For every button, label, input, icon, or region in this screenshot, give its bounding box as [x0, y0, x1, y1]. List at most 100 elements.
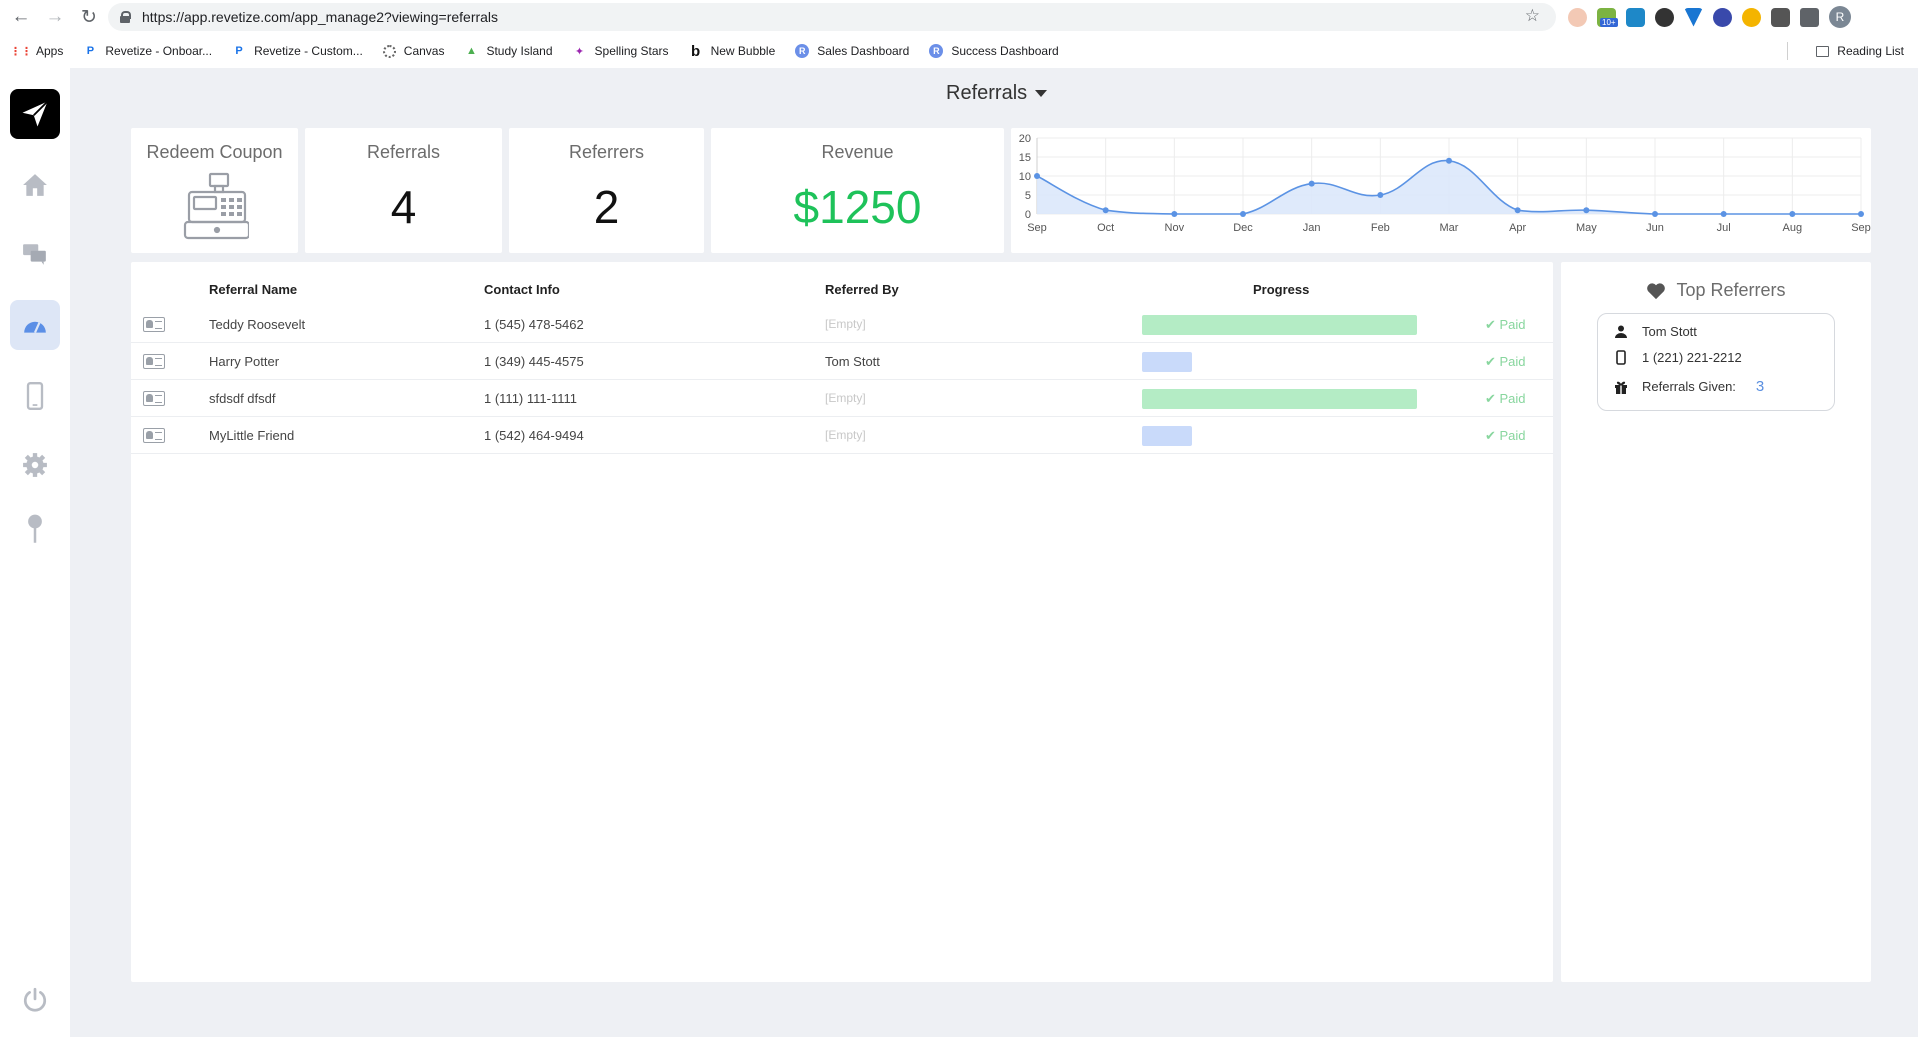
- x-tick-label: Nov: [1165, 222, 1185, 234]
- top-referrers-panel: Top Referrers Tom Stott 1 (221) 221-2212…: [1561, 262, 1871, 982]
- contact-card-icon[interactable]: [143, 428, 165, 443]
- table-row[interactable]: Harry Potter 1 (349) 445-4575 Tom Stott ✔ P…: [131, 343, 1553, 380]
- bookmark-study-island[interactable]: ▲ Study Island: [464, 44, 553, 58]
- apps-grid-icon: ⋮⋮: [10, 45, 32, 58]
- extension-face-icon[interactable]: [1568, 7, 1587, 27]
- data-point: [1240, 211, 1246, 217]
- bookmark-apps[interactable]: ⋮⋮ Apps: [10, 44, 63, 58]
- paid-status-label: Paid: [1499, 428, 1526, 443]
- home-icon[interactable]: [10, 160, 60, 210]
- stars-icon: ✦: [574, 45, 585, 58]
- x-tick-label: Aug: [1783, 222, 1803, 234]
- referral-name: Teddy Roosevelt: [209, 317, 306, 332]
- gear-icon[interactable]: [10, 440, 60, 490]
- extension-v-icon[interactable]: [1684, 7, 1703, 27]
- referrer-phone: 1 (221) 221-2212: [1642, 350, 1742, 365]
- revenue-label: Revenue: [821, 142, 894, 162]
- power-icon[interactable]: [10, 975, 60, 1025]
- paid-status: ✔ Paid: [1485, 428, 1526, 444]
- bookmark-canvas[interactable]: Canvas: [382, 44, 444, 58]
- extensions-puzzle-icon[interactable]: [1800, 7, 1819, 27]
- heart-icon: [1647, 282, 1666, 299]
- bookmark-spelling-stars[interactable]: ✦ Spelling Stars: [573, 44, 669, 58]
- table-row[interactable]: sfdsdf dfsdf 1 (111) 111-1111 [Empty] ✔ Pai…: [131, 380, 1553, 417]
- data-point: [1514, 207, 1521, 214]
- extension-sun-icon[interactable]: [1742, 7, 1761, 27]
- x-tick-label: Dec: [1233, 222, 1253, 234]
- referred-by: Tom Stott: [825, 354, 880, 369]
- data-point: [1308, 180, 1315, 187]
- y-tick-label: 0: [1025, 209, 1031, 221]
- referrals-count-label: Referrals: [366, 142, 441, 162]
- revenue-value: $1250: [793, 181, 922, 233]
- lock-icon: [120, 11, 131, 23]
- extension-compass-icon[interactable]: [1626, 7, 1645, 27]
- column-header-progress[interactable]: Progress: [1253, 282, 1309, 297]
- top-referrers-title: Top Referrers: [1676, 280, 1786, 300]
- chat-bubbles-icon[interactable]: [10, 229, 60, 279]
- contact-info: 1 (542) 464-9494: [484, 428, 584, 443]
- mobile-phone-icon[interactable]: [10, 371, 60, 421]
- data-point: [1034, 173, 1040, 179]
- data-point: [1377, 192, 1384, 198]
- extension-cloud-icon[interactable]: [1655, 7, 1674, 27]
- x-tick-label: Jan: [1303, 222, 1321, 234]
- data-point: [1720, 211, 1727, 217]
- data-point: [1102, 207, 1109, 214]
- bookmark-star-icon[interactable]: ☆: [1525, 6, 1540, 26]
- referrals-given-value[interactable]: 3: [1756, 378, 1764, 395]
- extension-feed-icon[interactable]: [1771, 7, 1790, 27]
- column-header-referred-by[interactable]: Referred By: [825, 282, 899, 297]
- referred-by: [Empty]: [825, 391, 866, 405]
- check-icon: ✔: [1485, 391, 1500, 406]
- column-header-contact-info[interactable]: Contact Info: [484, 282, 560, 297]
- bookmark-revetize-custom[interactable]: P Revetize - Custom...: [232, 44, 362, 58]
- contact-card-icon[interactable]: [143, 354, 165, 369]
- caret-down-icon: [1035, 90, 1048, 97]
- logo-paper-plane-icon[interactable]: [10, 89, 60, 139]
- bookmark-success-dashboard[interactable]: R Success Dashboard: [929, 44, 1059, 58]
- referrals-dashboard-icon[interactable]: [10, 300, 60, 350]
- table-row[interactable]: Teddy Roosevelt 1 (545) 478-5462 [Empty] ✔ …: [131, 306, 1553, 343]
- y-tick-label: 15: [1019, 152, 1031, 164]
- table-row[interactable]: MyLittle Friend 1 (542) 464-9494 [Empty] ✔ …: [131, 417, 1553, 454]
- map-pin-icon[interactable]: [10, 504, 60, 554]
- bookmark-sales-dashboard[interactable]: R Sales Dashboard: [795, 44, 909, 58]
- extension-rocket-icon[interactable]: [1713, 7, 1732, 27]
- contact-card-icon[interactable]: [143, 391, 165, 406]
- address-bar[interactable]: https://app.revetize.com/app_manage2?vie…: [108, 3, 1556, 31]
- paid-status-label: Paid: [1499, 317, 1526, 332]
- data-point: [1446, 157, 1452, 164]
- back-arrow-icon[interactable]: ←: [8, 4, 34, 30]
- forward-arrow-icon[interactable]: →: [42, 4, 68, 30]
- extension-badge: 10+: [1600, 18, 1618, 27]
- referrers-count-card: Referrers 2: [509, 128, 704, 253]
- referrer-name: Tom Stott: [1642, 324, 1697, 339]
- browser-toolbar: ← → ↻ https://app.revetize.com/app_manag…: [0, 0, 1918, 34]
- column-header-referral-name[interactable]: Referral Name: [209, 282, 297, 297]
- profile-avatar[interactable]: R: [1829, 6, 1851, 28]
- url-text[interactable]: https://app.revetize.com/app_manage2?vie…: [142, 9, 498, 25]
- x-tick-label: Sep: [1851, 222, 1871, 234]
- reload-icon[interactable]: ↻: [76, 4, 102, 30]
- redeem-coupon-card[interactable]: Redeem Coupon: [131, 128, 298, 253]
- contact-card-icon[interactable]: [143, 317, 165, 332]
- bookmark-revetize-onboarding[interactable]: P Revetize - Onboar...: [83, 44, 212, 58]
- y-tick-label: 5: [1025, 190, 1031, 202]
- progress-bar: [1142, 426, 1192, 446]
- revetize-icon: P: [235, 45, 243, 57]
- bookmark-new-bubble[interactable]: b New Bubble: [689, 43, 775, 60]
- top-referrer-card[interactable]: Tom Stott 1 (221) 221-2212 Referrals Giv…: [1597, 313, 1835, 411]
- data-point: [1171, 211, 1178, 217]
- progress-bar: [1142, 389, 1417, 409]
- revenue-card: Revenue $1250: [711, 128, 1004, 253]
- redeem-coupon-label: Redeem Coupon: [146, 142, 283, 162]
- reading-list-button[interactable]: Reading List: [1816, 38, 1904, 64]
- person-icon: [1614, 325, 1628, 338]
- x-tick-label: Jul: [1717, 222, 1731, 234]
- page-title-dropdown[interactable]: Referrals: [946, 82, 1048, 105]
- referral-name: sfdsdf dfsdf: [209, 391, 276, 406]
- page-title: Referrals: [946, 82, 1028, 104]
- mobile-phone-icon: [1614, 350, 1628, 365]
- contact-info: 1 (349) 445-4575: [484, 354, 584, 369]
